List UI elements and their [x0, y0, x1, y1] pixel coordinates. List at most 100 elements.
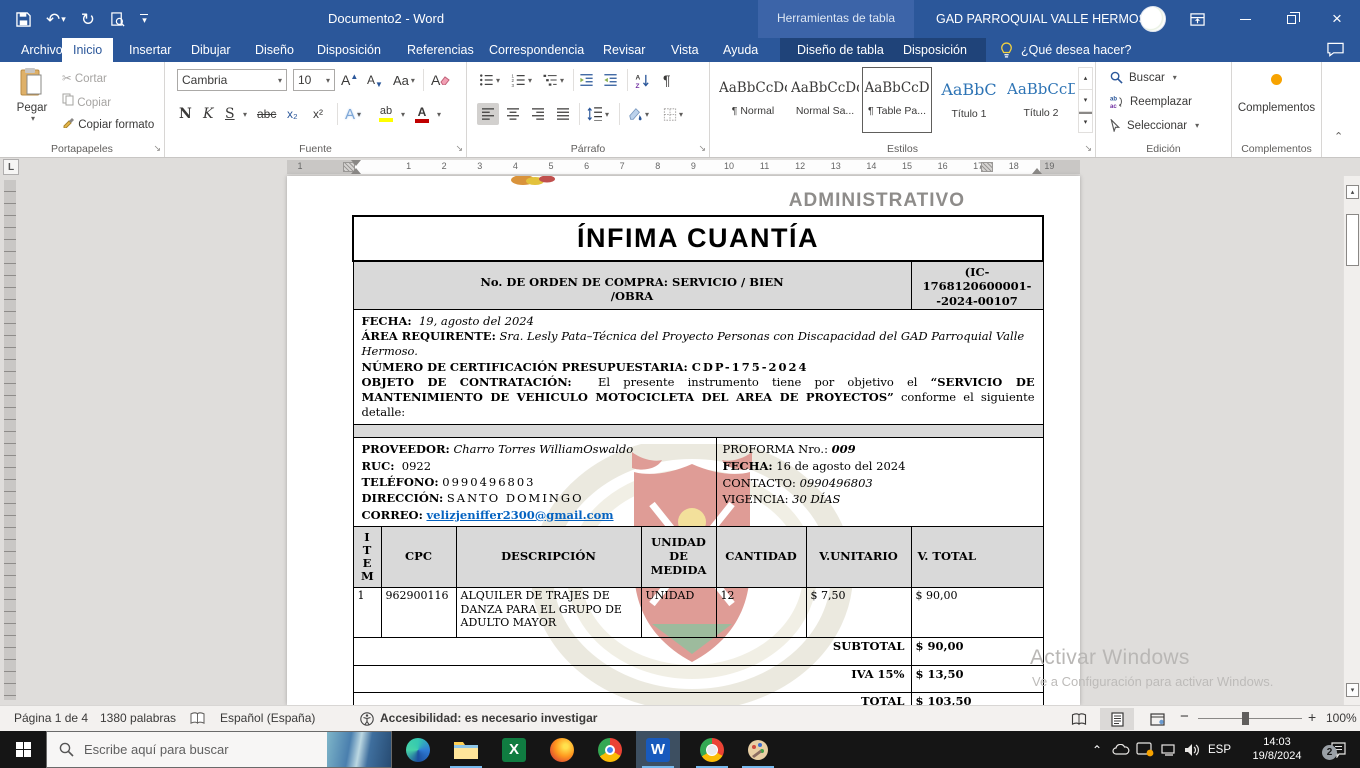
undo-caret[interactable]: ▾	[61, 15, 66, 24]
first-line-indent-marker[interactable]	[351, 160, 361, 166]
tab-referencias[interactable]: Referencias	[396, 38, 485, 62]
highlight-caret[interactable]: ▾	[401, 103, 405, 125]
tray-chevron[interactable]: ⌃	[1086, 731, 1108, 768]
align-left-button[interactable]	[477, 103, 499, 125]
tab-ayuda[interactable]: Ayuda	[712, 38, 769, 62]
shrink-font-button[interactable]: A▼	[367, 69, 383, 91]
table-column-marker-2[interactable]	[981, 162, 993, 172]
justify-button[interactable]	[552, 103, 574, 125]
search-highlight-image[interactable]	[327, 732, 391, 768]
tray-clock[interactable]: 14:0319/8/2024	[1244, 735, 1310, 764]
strikethrough-button[interactable]: abc	[257, 103, 276, 125]
increase-indent-button[interactable]	[603, 69, 618, 91]
taskbar-chrome-profile-icon[interactable]	[690, 731, 734, 768]
account-avatar[interactable]	[1140, 6, 1166, 32]
font-color-caret[interactable]: ▾	[437, 103, 441, 125]
left-indent-marker[interactable]	[351, 168, 361, 174]
paragraph-dialog-launcher[interactable]: ↘	[698, 143, 706, 154]
print-preview-icon[interactable]	[110, 12, 125, 27]
order-table[interactable]: ÍNFIMA CUANTÍA No. DE ORDEN DE COMPRA: S…	[352, 215, 1044, 718]
page-indicator[interactable]: Página 1 de 4	[14, 711, 88, 725]
vertical-ruler[interactable]	[4, 180, 16, 700]
print-layout-button[interactable]	[1100, 708, 1134, 730]
tell-me-box[interactable]: ¿Qué desea hacer?	[1000, 38, 1132, 62]
bullets-button[interactable]: ▾	[479, 69, 500, 91]
line-spacing-button[interactable]: ▾	[587, 103, 609, 125]
numbering-button[interactable]: 123▾	[511, 69, 532, 91]
taskbar-search-box[interactable]: Escribe aquí para buscar	[46, 731, 392, 768]
tab-diseno[interactable]: Diseño	[244, 38, 305, 62]
clear-formatting-button[interactable]: A	[431, 69, 450, 91]
bold-button[interactable]: N	[179, 103, 192, 125]
text-effects-button[interactable]: A▾	[345, 103, 361, 125]
highlight-button[interactable]: ab	[379, 103, 393, 125]
read-mode-button[interactable]	[1062, 708, 1096, 730]
customize-qat-icon[interactable]: ▾	[140, 14, 148, 25]
font-size-combo[interactable]: 10▾	[293, 69, 335, 91]
font-color-button[interactable]: A	[415, 103, 429, 125]
word-count[interactable]: 1380 palabras	[100, 711, 176, 725]
tray-network-icon[interactable]	[1160, 731, 1178, 768]
italic-button[interactable]: K	[203, 103, 213, 125]
tab-diseno-de-tabla[interactable]: Diseño de tabla	[786, 38, 895, 62]
scroll-up-button[interactable]: ▴	[1346, 185, 1359, 199]
tab-insertar[interactable]: Insertar	[118, 38, 182, 62]
paste-button[interactable]: Pegar ▾	[8, 67, 56, 123]
sort-button[interactable]: AZ	[635, 69, 651, 91]
tab-inicio[interactable]: Inicio	[62, 38, 113, 62]
zoom-slider-track[interactable]	[1198, 718, 1302, 719]
borders-button[interactable]: ▾	[663, 103, 683, 125]
align-right-button[interactable]	[527, 103, 549, 125]
addins-button[interactable]: Complementos	[1232, 74, 1321, 114]
tab-revisar[interactable]: Revisar	[592, 38, 656, 62]
taskbar-explorer-icon[interactable]	[444, 731, 488, 768]
account-name[interactable]: GAD PARROQUIAL VALLE HERMOSO	[936, 12, 1157, 26]
ribbon-display-options-icon[interactable]	[1180, 0, 1214, 38]
close-button[interactable]: ×	[1320, 0, 1354, 38]
style-normal[interactable]: AaBbCcDc¶ Normal	[718, 67, 788, 133]
start-button[interactable]	[0, 731, 46, 768]
select-button[interactable]: Seleccionar▾	[1110, 119, 1199, 132]
clipboard-dialog-launcher[interactable]: ↘	[153, 143, 161, 154]
comments-icon[interactable]	[1327, 42, 1344, 57]
accessibility-status[interactable]: Accesibilidad: es necesario investigar	[380, 711, 597, 725]
tray-display-icon[interactable]	[1136, 731, 1154, 768]
tab-dibujar[interactable]: Dibujar	[180, 38, 242, 62]
find-button[interactable]: Buscar▾	[1110, 71, 1177, 84]
tray-volume-icon[interactable]	[1184, 731, 1201, 768]
underline-button[interactable]: S	[225, 103, 235, 125]
style-table-pa[interactable]: AaBbCcD¶ Table Pa...	[862, 67, 932, 133]
tab-selector[interactable]: L	[3, 159, 19, 175]
styles-scroll-down[interactable]: ▾	[1079, 90, 1092, 112]
change-case-button[interactable]: Aa▾	[393, 69, 415, 91]
font-dialog-launcher[interactable]: ↘	[455, 143, 463, 154]
show-marks-button[interactable]: ¶	[663, 69, 671, 91]
subscript-button[interactable]: x₂	[287, 103, 298, 125]
shading-button[interactable]: ▾	[627, 103, 649, 125]
proofing-icon[interactable]	[190, 712, 205, 725]
styles-gallery-expand[interactable]: ▾	[1079, 112, 1092, 132]
right-indent-marker[interactable]	[1032, 168, 1042, 174]
scrollbar-thumb[interactable]	[1346, 214, 1359, 266]
underline-caret[interactable]: ▾	[243, 103, 247, 125]
zoom-level[interactable]: 100%	[1326, 711, 1357, 725]
vertical-scrollbar[interactable]: ▴ ▾	[1343, 176, 1360, 705]
document-page[interactable]: ADMINISTRATIVO ÍNFIMA CUANTÍA No. DE ORD…	[287, 176, 1080, 705]
language-indicator[interactable]: Español (España)	[220, 711, 315, 725]
taskbar-firefox-icon[interactable]	[540, 731, 584, 768]
styles-scroll-up[interactable]: ▴	[1079, 68, 1092, 90]
tab-disposicion-tabla[interactable]: Disposición	[892, 38, 978, 62]
minimize-button[interactable]	[1228, 0, 1262, 38]
taskbar-paint-icon[interactable]	[736, 731, 780, 768]
undo-icon[interactable]: ↶▾	[46, 11, 66, 28]
redo-icon[interactable]: ↻	[81, 11, 95, 28]
tab-vista[interactable]: Vista	[660, 38, 710, 62]
styles-dialog-launcher[interactable]: ↘	[1084, 143, 1092, 154]
taskbar-word-icon[interactable]: W	[636, 731, 680, 768]
web-layout-button[interactable]	[1140, 708, 1174, 730]
scroll-down-button[interactable]: ▾	[1346, 683, 1359, 697]
paste-caret[interactable]: ▾	[10, 114, 56, 123]
zoom-slider-thumb[interactable]	[1242, 712, 1249, 725]
replace-button[interactable]: abacReemplazar	[1110, 95, 1192, 108]
tray-onedrive-icon[interactable]	[1112, 731, 1130, 768]
